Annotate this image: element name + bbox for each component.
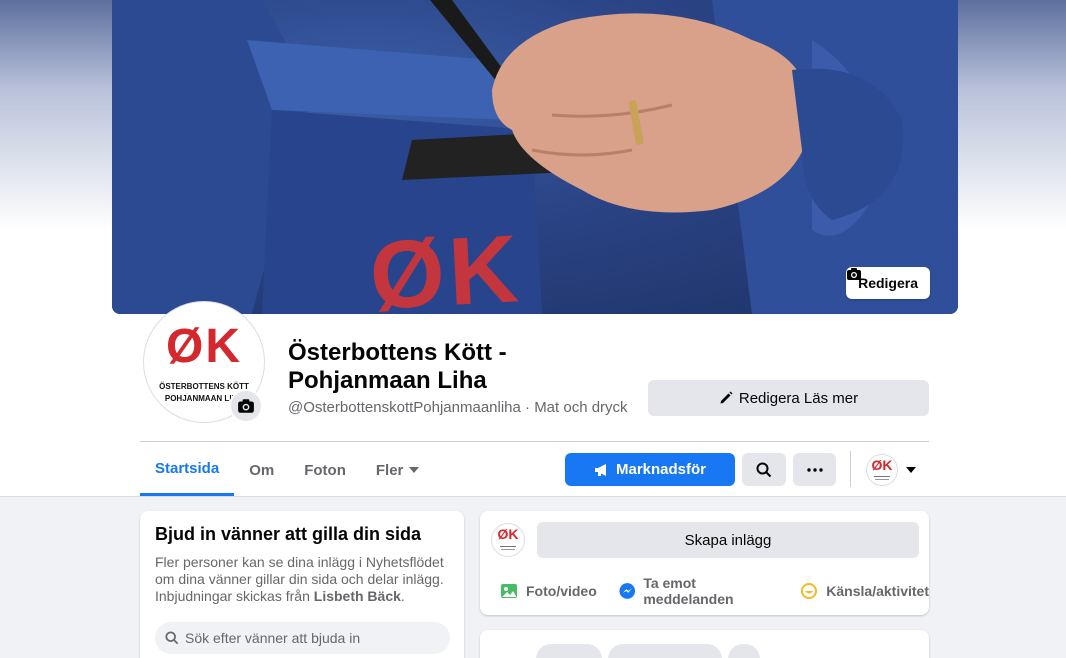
camera-icon: [238, 399, 254, 413]
acting-as-avatar[interactable]: ØK: [866, 454, 898, 486]
tab-label: Om: [249, 461, 275, 479]
search-button[interactable]: [742, 453, 786, 486]
actions-separator: [850, 451, 851, 487]
header-divider: [140, 441, 929, 442]
more-options-button[interactable]: [793, 453, 836, 486]
page-tabs: Startsida Om Foton Fler: [140, 444, 434, 496]
filter-pill[interactable]: [728, 644, 760, 658]
mini-logo-lines: [874, 476, 890, 477]
profile-logo-mark: ØK: [166, 320, 242, 373]
camera-icon: [847, 268, 862, 280]
receive-messages-button[interactable]: Ta emot meddelanden: [619, 575, 779, 607]
invite-sender[interactable]: Lisbeth Bäck: [314, 588, 401, 604]
filter-pill[interactable]: [536, 644, 602, 658]
cover-logo-text: ØK: [367, 215, 525, 314]
pencil-icon: [720, 391, 733, 404]
cover-illustration: [112, 0, 958, 314]
invite-text-end: .: [400, 588, 405, 604]
invite-description: Fler personer kan se dina inlägg i Nyhet…: [155, 554, 450, 605]
mini-logo-lines: [875, 479, 889, 480]
create-logo-mark: ØK: [497, 526, 519, 542]
profile-photo-edit-button[interactable]: [229, 389, 263, 423]
create-post-card: ØK Skapa inlägg Foto/video Ta emot medde…: [480, 511, 929, 615]
chevron-down-icon: [409, 467, 420, 473]
photo-video-label: Foto/video: [526, 583, 597, 599]
tab-startsida[interactable]: Startsida: [140, 444, 235, 496]
create-logo-lines: [500, 546, 516, 547]
tab-label: Startsida: [155, 460, 220, 477]
edit-read-more-label: Redigera Läs mer: [738, 389, 859, 407]
more-icon: [806, 467, 823, 472]
page-title-line2: Pohjanmaan Liha: [288, 367, 487, 394]
receive-messages-label: Ta emot meddelanden: [643, 575, 734, 607]
invite-friends-card: Bjud in vänner att gilla din sida Fler p…: [140, 511, 464, 658]
feeling-activity-button[interactable]: Känsla/aktivitet: [800, 575, 929, 607]
chevron-down-icon[interactable]: [906, 467, 916, 473]
feeling-activity-label: Känsla/aktivitet: [826, 583, 929, 599]
invite-search-placeholder: Sök efter vänner att bjuda in: [185, 630, 361, 646]
tab-foton[interactable]: Foton: [289, 444, 361, 496]
cover-edit-button[interactable]: Redigera: [846, 267, 930, 299]
smiley-icon: [801, 583, 818, 599]
promote-label: Marknadsför: [615, 461, 707, 478]
tab-om[interactable]: Om: [234, 444, 289, 496]
page-title: Österbottens Kött - Pohjanmaan Liha: [288, 339, 628, 395]
search-icon: [165, 631, 179, 645]
page-title-line1: Österbottens Kött -: [288, 339, 507, 366]
search-icon: [756, 462, 772, 477]
create-post-avatar[interactable]: ØK: [491, 523, 525, 557]
mini-logo-mark: ØK: [871, 457, 893, 473]
tab-fler[interactable]: Fler: [361, 444, 435, 496]
create-logo-lines: [501, 549, 515, 550]
messenger-icon: [619, 583, 635, 599]
invite-title: Bjud in vänner att gilla din sida: [155, 524, 422, 544]
cover-photo[interactable]: ØK Redigera: [112, 0, 958, 314]
megaphone-icon: [594, 463, 606, 476]
create-post-actions: Foto/video Ta emot meddelanden Känsla/ak…: [500, 575, 929, 607]
filter-pill[interactable]: [608, 644, 722, 658]
tab-label: Foton: [304, 461, 346, 479]
create-post-label: Skapa inlägg: [684, 531, 772, 549]
cover-edit-label: Redigera: [858, 275, 918, 291]
photo-video-button[interactable]: Foto/video: [500, 575, 597, 607]
create-post-button[interactable]: Skapa inlägg: [537, 522, 919, 558]
page-handle-category: @OsterbottenskottPohjanmaanliha · Mat oc…: [288, 399, 628, 416]
promote-button[interactable]: Marknadsför: [565, 453, 735, 486]
edit-read-more-button[interactable]: Redigera Läs mer: [648, 380, 929, 416]
tab-label: Fler: [375, 461, 404, 479]
photo-icon: [501, 584, 517, 598]
invite-search-input[interactable]: Sök efter vänner att bjuda in: [155, 622, 450, 654]
next-card: [480, 630, 929, 658]
